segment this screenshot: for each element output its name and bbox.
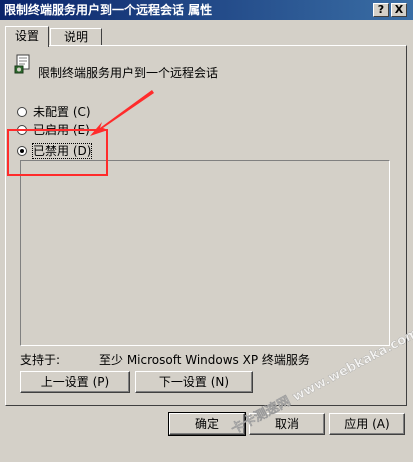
properties-dialog: 限制终端服务用户到一个远程会话 属性 ? X 设置 说明 限制终端服务用户到一个… [0, 0, 413, 442]
supported-value: 至少 Microsoft Windows XP 终端服务 [99, 353, 310, 367]
radio-label: 已禁用 (D) [31, 143, 93, 159]
help-button[interactable]: ? [373, 3, 389, 17]
cancel-button[interactable]: 取消 [249, 413, 325, 435]
title-bar: 限制终端服务用户到一个远程会话 属性 ? X [0, 0, 413, 20]
supported-label: 支持于: [20, 353, 61, 367]
radio-not-configured[interactable]: 未配置 (C) [17, 104, 91, 120]
radio-disabled[interactable]: 已禁用 (D) [17, 143, 93, 159]
radio-circle[interactable] [17, 146, 27, 156]
radio-circle[interactable] [17, 107, 27, 117]
previous-setting-button[interactable]: 上一设置 (P) [20, 371, 130, 393]
setting-detail-area [20, 160, 390, 346]
tab-settings[interactable]: 设置 [5, 26, 49, 47]
window-title: 限制终端服务用户到一个远程会话 属性 [4, 3, 213, 17]
next-setting-button[interactable]: 下一设置 (N) [135, 371, 253, 393]
radio-circle[interactable] [17, 125, 27, 135]
tab-explain[interactable]: 说明 [50, 28, 102, 46]
close-button[interactable]: X [391, 3, 407, 17]
ok-button[interactable]: 确定 [168, 412, 246, 436]
radio-enabled[interactable]: 已启用 (E) [17, 122, 90, 138]
policy-name: 限制终端服务用户到一个远程会话 [38, 66, 219, 80]
apply-button[interactable]: 应用 (A) [329, 413, 405, 435]
policy-setting-icon [14, 54, 30, 74]
radio-label: 未配置 (C) [33, 105, 91, 119]
radio-label: 已启用 (E) [33, 123, 90, 137]
